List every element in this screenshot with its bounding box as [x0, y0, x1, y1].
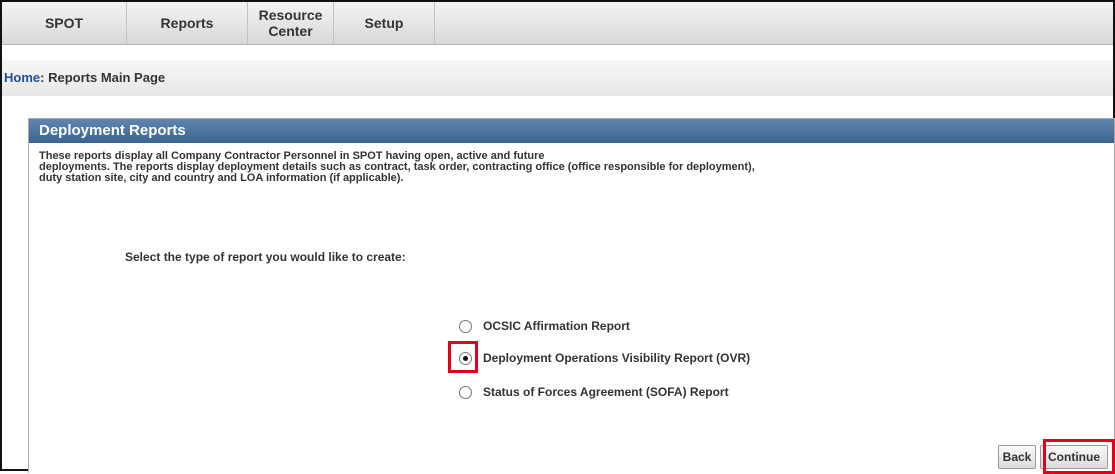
breadcrumb-home-link[interactable]: Home [4, 70, 40, 85]
description-line: duty station site, city and country and … [39, 172, 404, 184]
option-label: OCSIC Affirmation Report [483, 319, 630, 333]
nav-item-resource-center[interactable]: Resource Center [248, 2, 333, 44]
option-sofa-report[interactable]: Status of Forces Agreement (SOFA) Report [459, 385, 729, 399]
option-label: Deployment Operations Visibility Report … [483, 351, 751, 365]
top-nav-bar: SPOT Reports Resource Center Setup [2, 2, 1113, 45]
report-type-prompt: Select the type of report you would like… [125, 250, 406, 264]
nav-divider [434, 2, 435, 44]
option-label: Status of Forces Agreement (SOFA) Report [483, 385, 729, 399]
option-ocsic-affirmation[interactable]: OCSIC Affirmation Report [459, 319, 630, 333]
option-deployment-ovr[interactable]: Deployment Operations Visibility Report … [459, 351, 750, 365]
breadcrumb-current: Reports Main Page [48, 70, 166, 85]
breadcrumb: Home: Reports Main Page [2, 60, 1113, 96]
continue-button-highlight [1043, 439, 1115, 474]
panel-title: Deployment Reports [29, 119, 1114, 143]
nav-item-reports[interactable]: Reports [127, 2, 247, 44]
radio-sofa-report[interactable] [459, 385, 472, 399]
deployment-reports-panel: Deployment Reports These reports display… [28, 118, 1115, 474]
selected-radio-highlight [448, 341, 478, 373]
radio-ocsic-affirmation[interactable] [459, 319, 472, 333]
nav-item-spot[interactable]: SPOT [2, 2, 126, 44]
back-button[interactable]: Back [998, 445, 1036, 469]
panel-description: These reports display all Company Contra… [39, 151, 919, 184]
nav-item-setup[interactable]: Setup [334, 2, 434, 44]
breadcrumb-separator: : [40, 70, 45, 85]
